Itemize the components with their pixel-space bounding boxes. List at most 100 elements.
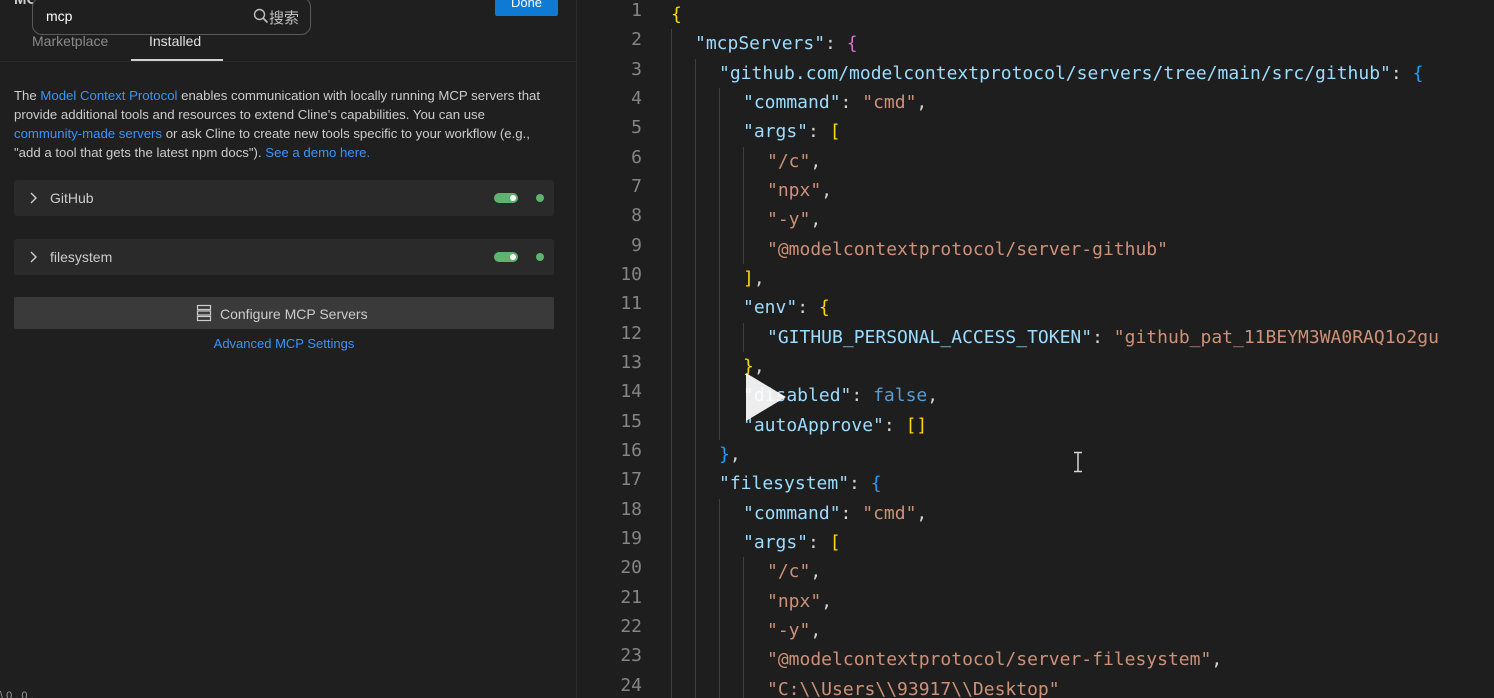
server-row-filesystem[interactable]: filesystem [14, 239, 554, 275]
code-line: }, [719, 444, 741, 465]
indent-guide [743, 323, 744, 352]
chevron-right-icon[interactable] [28, 192, 38, 204]
server-enable-toggle[interactable] [494, 193, 518, 203]
code-line: "command": "cmd", [743, 92, 928, 113]
code-line: "args": [ [743, 121, 841, 142]
line-number: 1 [631, 0, 642, 21]
configure-mcp-servers-button[interactable]: Configure MCP Servers [14, 297, 554, 329]
json-string: "@modelcontextprotocol/server-github" [767, 239, 1168, 260]
json-key: "env" [743, 297, 798, 318]
line-number: 16 [620, 440, 642, 461]
tab-marketplace[interactable]: Marketplace [32, 33, 108, 49]
community-servers-link[interactable]: community-made servers [14, 126, 162, 141]
server-name: GitHub [50, 190, 94, 206]
code-line: "filesystem": { [719, 473, 882, 494]
line-number: 9 [631, 235, 642, 256]
json-key: "args" [743, 532, 809, 553]
json-string: "-y" [767, 209, 811, 230]
advanced-mcp-settings-link[interactable]: Advanced MCP Settings [0, 336, 568, 351]
json-key: "command" [743, 92, 841, 113]
intro-text: The Model Context Protocol enables commu… [14, 86, 554, 162]
search-hint: 搜索 [269, 10, 300, 27]
line-number: 4 [631, 88, 642, 109]
line-number: 21 [620, 587, 642, 608]
json-key: "args" [743, 121, 809, 142]
tab-divider [0, 61, 576, 62]
indent-guide [671, 29, 672, 698]
model-context-protocol-link[interactable]: Model Context Protocol [40, 88, 177, 103]
json-string: "@modelcontextprotocol/server-filesystem… [767, 649, 1212, 670]
toggle-knob [510, 254, 516, 260]
text-cursor-icon [1074, 451, 1082, 473]
indent-guide [743, 557, 744, 698]
line-number: 2 [631, 29, 642, 50]
demo-link[interactable]: See a demo here. [265, 145, 370, 160]
line-number-gutter: 1 2 3 4 5 6 7 8 9 10 11 12 13 14 15 16 1… [577, 0, 647, 698]
configure-label: Configure MCP Servers [220, 306, 368, 322]
search-value: mcp [46, 8, 73, 24]
code-line: "npx", [767, 180, 833, 201]
indent-guide [719, 88, 720, 440]
indent-guide [719, 499, 720, 698]
mcp-servers-panel: MCP Servers mcp 搜索 Done Marketplace Inst… [0, 0, 577, 698]
code-line: ], [743, 268, 765, 289]
code-line: "-y", [767, 620, 822, 641]
json-string: "cmd" [862, 503, 917, 524]
json-string: "github_pat_11BEYM3WA0RAQ1o2gu [1113, 327, 1439, 348]
json-key: "filesystem" [719, 473, 850, 494]
json-string: "/c" [767, 561, 811, 582]
json-string: "npx" [767, 180, 822, 201]
json-string: "-y" [767, 620, 811, 641]
toggle-knob [510, 195, 516, 201]
line-number: 11 [620, 293, 642, 314]
server-enable-toggle[interactable] [494, 252, 518, 262]
tab-installed[interactable]: Installed [149, 33, 201, 49]
code-line: "args": [ [743, 532, 841, 553]
indent-guide [695, 59, 696, 698]
line-number: 17 [620, 469, 642, 490]
line-number: 12 [620, 323, 642, 344]
code-line: "@modelcontextprotocol/server-filesystem… [767, 649, 1223, 670]
json-key: "GITHUB_PERSONAL_ACCESS_TOKEN" [767, 327, 1093, 348]
line-number: 5 [631, 117, 642, 138]
corner-text: \ 0 . 0 . [0, 690, 34, 698]
status-dot [536, 253, 544, 261]
code-line: "mcpServers": { [695, 33, 858, 54]
indent-guide [743, 147, 744, 264]
code-line: "npx", [767, 591, 833, 612]
json-string: "/c" [767, 151, 811, 172]
code-line: "-y", [767, 209, 822, 230]
json-string: "npx" [767, 591, 822, 612]
json-boolean: false [873, 385, 928, 406]
server-stack-icon [196, 304, 212, 322]
search-input[interactable]: mcp 搜索 [32, 0, 311, 35]
line-number: 7 [631, 176, 642, 197]
line-number: 24 [620, 675, 642, 696]
line-number: 15 [620, 411, 642, 432]
code-line: { [671, 4, 682, 25]
code-line: "/c", [767, 561, 822, 582]
server-name: filesystem [50, 249, 113, 265]
json-string: "cmd" [862, 92, 917, 113]
code-line: "env": { [743, 297, 830, 318]
json-string: "C:\\Users\\93917\\Desktop" [767, 679, 1060, 698]
code-editor[interactable]: 1 2 3 4 5 6 7 8 9 10 11 12 13 14 15 16 1… [577, 0, 1494, 698]
line-number: 10 [620, 264, 642, 285]
server-row-github[interactable]: GitHub [14, 180, 554, 216]
code-line: "command": "cmd", [743, 503, 928, 524]
search-icon [253, 8, 269, 24]
status-dot [536, 194, 544, 202]
line-number: 8 [631, 205, 642, 226]
json-key: "mcpServers" [695, 33, 826, 54]
line-number: 6 [631, 147, 642, 168]
code-line: "/c", [767, 151, 822, 172]
code-line: "@modelcontextprotocol/server-github" [767, 235, 1168, 264]
line-number: 22 [620, 616, 642, 637]
json-key: "github.com/modelcontextprotocol/servers… [719, 63, 1391, 84]
play-icon[interactable] [744, 371, 788, 423]
done-button[interactable]: Done [495, 0, 558, 16]
chevron-right-icon[interactable] [28, 251, 38, 263]
code-line: "GITHUB_PERSONAL_ACCESS_TOKEN": "github_… [767, 327, 1439, 348]
line-number: 3 [631, 59, 642, 80]
code-line: "C:\\Users\\93917\\Desktop" [767, 675, 1060, 698]
